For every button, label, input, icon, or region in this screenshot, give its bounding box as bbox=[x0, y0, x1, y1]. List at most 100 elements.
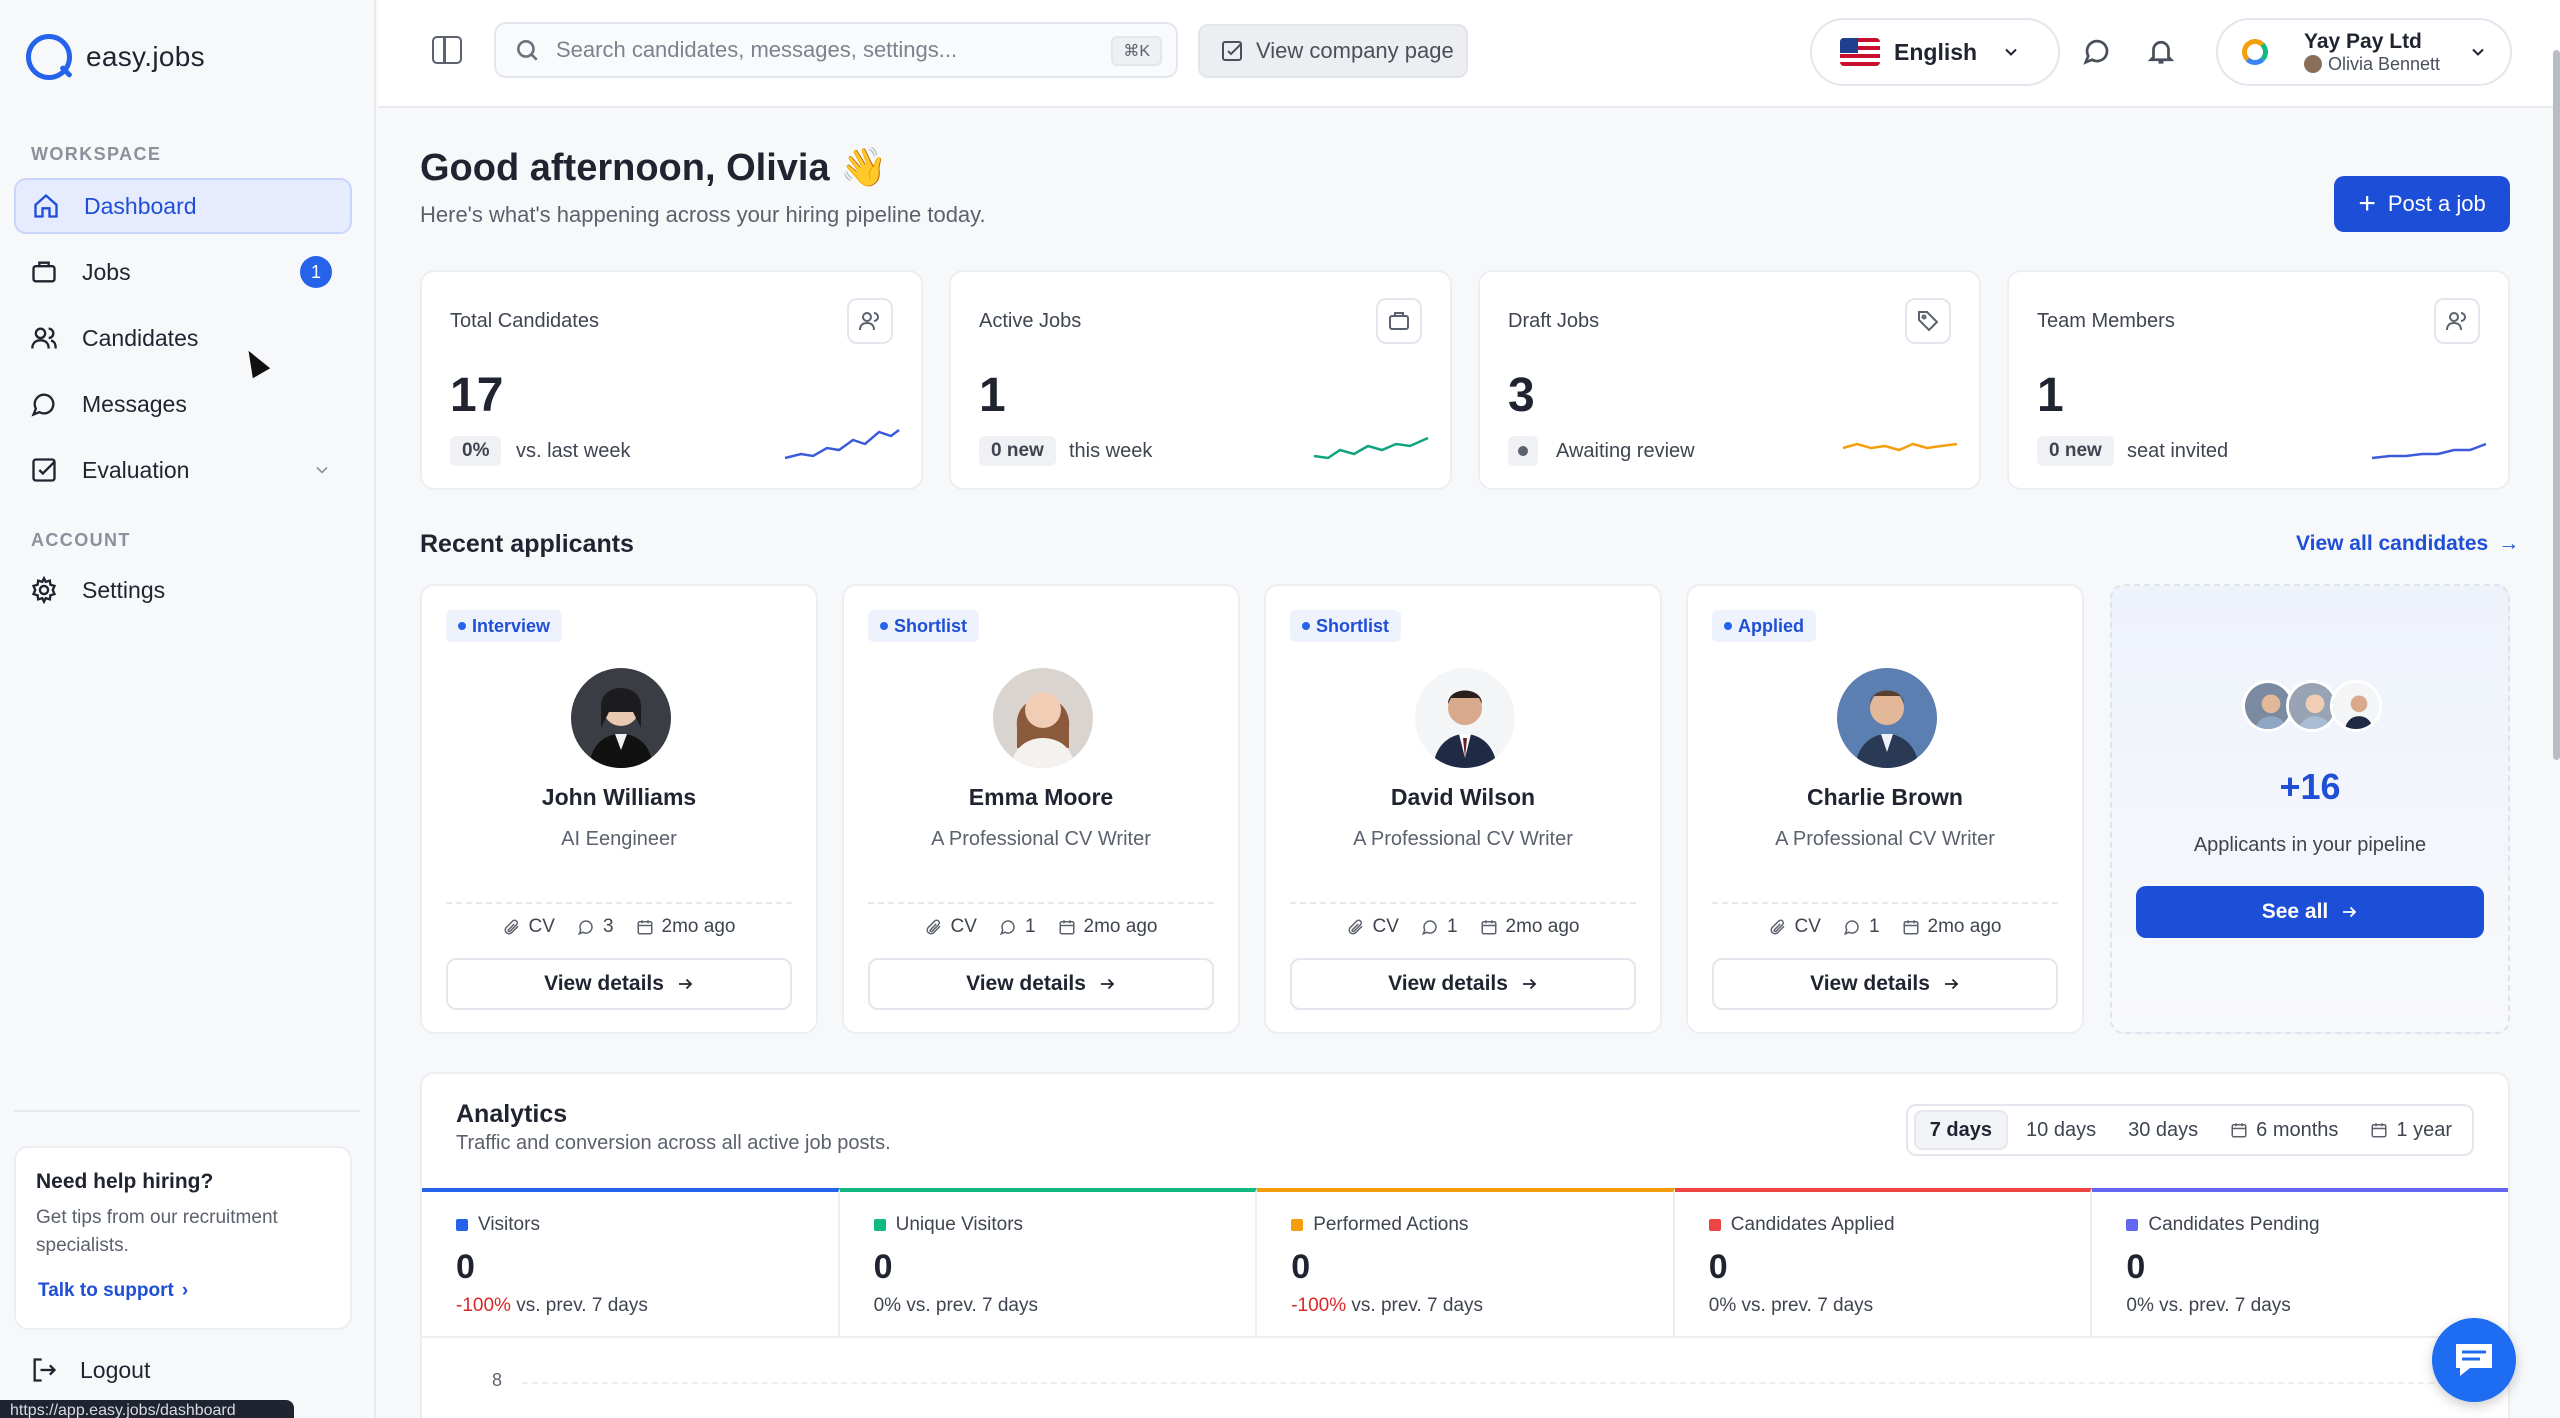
stat-chip: 0 new bbox=[979, 436, 1056, 466]
cv-attachment[interactable]: CV bbox=[925, 916, 977, 938]
metric-label: Visitors bbox=[478, 1214, 540, 1235]
post-job-label: Post a job bbox=[2387, 191, 2486, 216]
search-shortcut-hint: ⌘K bbox=[1111, 36, 1162, 66]
metric-value: 0 bbox=[2126, 1248, 2146, 1286]
metric-label: Performed Actions bbox=[1313, 1214, 1469, 1235]
status-badge: Interview bbox=[446, 610, 563, 642]
metric-value: 0 bbox=[456, 1248, 475, 1286]
search-bar[interactable]: ⌘K bbox=[494, 22, 1178, 78]
brand-logo[interactable]: easy.jobs bbox=[26, 34, 205, 80]
legend-swatch bbox=[1708, 1219, 1721, 1231]
comment-icon bbox=[577, 920, 593, 936]
metric-change: 0% vs. prev. 7 days bbox=[2126, 1295, 2291, 1316]
sidebar-item-evaluation[interactable]: Evaluation bbox=[14, 442, 352, 498]
logout-button[interactable]: Logout bbox=[30, 1356, 150, 1384]
metric-change: -100% vs. prev. 7 days bbox=[1291, 1295, 1484, 1316]
sidebar-item-settings[interactable]: Settings bbox=[14, 562, 352, 618]
account-switcher[interactable]: Yay Pay Ltd Olivia Bennett bbox=[2216, 18, 2512, 86]
range-10-days[interactable]: 10 days bbox=[2012, 1110, 2110, 1150]
briefcase-icon bbox=[1376, 298, 1422, 344]
arrow-right-icon bbox=[1100, 978, 1115, 990]
help-card: Need help hiring? Get tips from our recr… bbox=[14, 1146, 352, 1330]
sparkline bbox=[1842, 442, 1958, 452]
paperclip-icon bbox=[1770, 919, 1785, 935]
sidebar-item-dashboard[interactable]: Dashboard bbox=[14, 178, 352, 234]
arrow-right-icon bbox=[1944, 978, 1959, 990]
metric-label: Candidates Pending bbox=[2148, 1214, 2320, 1235]
page-scrollbar[interactable] bbox=[2553, 50, 2560, 760]
language-label: English bbox=[1894, 38, 1978, 65]
avatar bbox=[1415, 668, 1515, 768]
range-1-year[interactable]: 1 year bbox=[2356, 1110, 2466, 1150]
cv-attachment[interactable]: CV bbox=[503, 916, 555, 938]
metric-candidates-applied[interactable]: Candidates Applied 0 0% vs. prev. 7 days bbox=[1674, 1188, 2093, 1336]
talk-to-support-link[interactable]: Talk to support › bbox=[38, 1280, 188, 1302]
stat-value: 17 bbox=[450, 369, 504, 422]
pipeline-text: Applicants in your pipeline bbox=[2193, 834, 2427, 856]
chevron-right-icon: › bbox=[181, 1280, 189, 1301]
chart-gridline bbox=[522, 1382, 2474, 1384]
candidate-card: Applied Charlie Brown A Professional CV … bbox=[1686, 584, 2084, 1034]
stat-card-draft-jobs[interactable]: Draft Jobs 3 Awaiting review bbox=[1478, 270, 1981, 490]
range-selector: 7 days 10 days 30 days 6 months 1 year bbox=[1905, 1104, 2474, 1156]
stat-title: Total Candidates bbox=[450, 310, 599, 332]
arrow-right-icon: → bbox=[2498, 532, 2520, 555]
view-details-button[interactable]: View details bbox=[868, 958, 1214, 1010]
sparkline bbox=[2371, 442, 2487, 460]
range-30-days[interactable]: 30 days bbox=[2114, 1110, 2212, 1150]
range-7-days[interactable]: 7 days bbox=[1913, 1110, 2009, 1150]
legend-swatch bbox=[873, 1219, 886, 1231]
metric-label: Unique Visitors bbox=[895, 1214, 1024, 1235]
sidebar-divider bbox=[14, 1110, 360, 1112]
search-input[interactable] bbox=[556, 37, 1096, 63]
see-all-button[interactable]: See all bbox=[2136, 886, 2484, 938]
workspace-section-label: WORKSPACE bbox=[31, 144, 162, 164]
arrow-right-icon bbox=[2343, 906, 2357, 918]
status-badge: Shortlist bbox=[868, 610, 980, 642]
cv-attachment[interactable]: CV bbox=[1769, 916, 1821, 938]
post-job-button[interactable]: + Post a job bbox=[2334, 176, 2510, 232]
messages-icon[interactable] bbox=[2082, 36, 2112, 66]
metric-performed-actions[interactable]: Performed Actions 0 -100% vs. prev. 7 da… bbox=[1257, 1188, 1675, 1336]
legend-swatch bbox=[456, 1219, 468, 1231]
stat-card-team-members[interactable]: Team Members 1 0 new seat invited bbox=[2007, 270, 2510, 490]
account-text: Yay Pay Ltd Olivia Bennett bbox=[2304, 30, 2440, 75]
bell-icon[interactable] bbox=[2146, 36, 2176, 66]
view-details-button[interactable]: View details bbox=[1290, 958, 1636, 1010]
candidate-role: A Professional CV Writer bbox=[931, 828, 1151, 850]
metric-label: Candidates Applied bbox=[1730, 1214, 1895, 1235]
range-6-months[interactable]: 6 months bbox=[2216, 1110, 2352, 1150]
analytics-subtitle: Traffic and conversion across all active… bbox=[456, 1132, 891, 1154]
view-details-button[interactable]: View details bbox=[1712, 958, 2058, 1010]
candidate-card: Shortlist David Wilson A Professional CV… bbox=[1264, 584, 1662, 1034]
view-details-button[interactable]: View details bbox=[446, 958, 792, 1010]
metric-value: 0 bbox=[1291, 1248, 1311, 1286]
view-all-candidates-link[interactable]: View all candidates → bbox=[2296, 532, 2519, 556]
sidebar-toggle-icon[interactable] bbox=[432, 36, 462, 64]
stat-card-total-candidates[interactable]: Total Candidates 17 0% vs. last week bbox=[420, 270, 923, 490]
view-all-label: View all candidates bbox=[2296, 532, 2489, 555]
stat-card-active-jobs[interactable]: Active Jobs 1 0 new this week bbox=[949, 270, 1452, 490]
language-selector[interactable]: English bbox=[1810, 18, 2060, 86]
live-chat-button[interactable] bbox=[2432, 1318, 2516, 1402]
candidate-name: Emma Moore bbox=[968, 784, 1114, 810]
sidebar-item-jobs[interactable]: Jobs 1 bbox=[14, 244, 352, 300]
comment-icon bbox=[1843, 920, 1859, 936]
logout-label: Logout bbox=[80, 1356, 151, 1383]
candidate-role: A Professional CV Writer bbox=[1353, 828, 1573, 850]
view-company-page-button[interactable]: View company page bbox=[1198, 24, 1468, 78]
sidebar-item-candidates[interactable]: Candidates bbox=[14, 310, 352, 366]
arrow-right-icon bbox=[678, 978, 693, 990]
candidate-meta: CV 1 2mo ago bbox=[844, 916, 1238, 938]
cv-attachment[interactable]: CV bbox=[1347, 916, 1399, 938]
metric-visitors[interactable]: Visitors 0 -100% vs. prev. 7 days bbox=[422, 1188, 840, 1336]
metric-change: 0% vs. prev. 7 days bbox=[873, 1295, 1038, 1316]
metric-candidates-pending[interactable]: Candidates Pending 0 0% vs. prev. 7 days bbox=[2092, 1188, 2508, 1336]
metric-change: -100% vs. prev. 7 days bbox=[456, 1295, 648, 1316]
sidebar-item-messages[interactable]: Messages bbox=[14, 376, 352, 432]
metric-unique-visitors[interactable]: Unique Visitors 0 0% vs. prev. 7 days bbox=[839, 1188, 1258, 1336]
chevron-down-icon bbox=[2472, 48, 2484, 56]
divider bbox=[1712, 902, 2058, 904]
logo-icon bbox=[26, 34, 72, 80]
avatar bbox=[993, 668, 1093, 768]
